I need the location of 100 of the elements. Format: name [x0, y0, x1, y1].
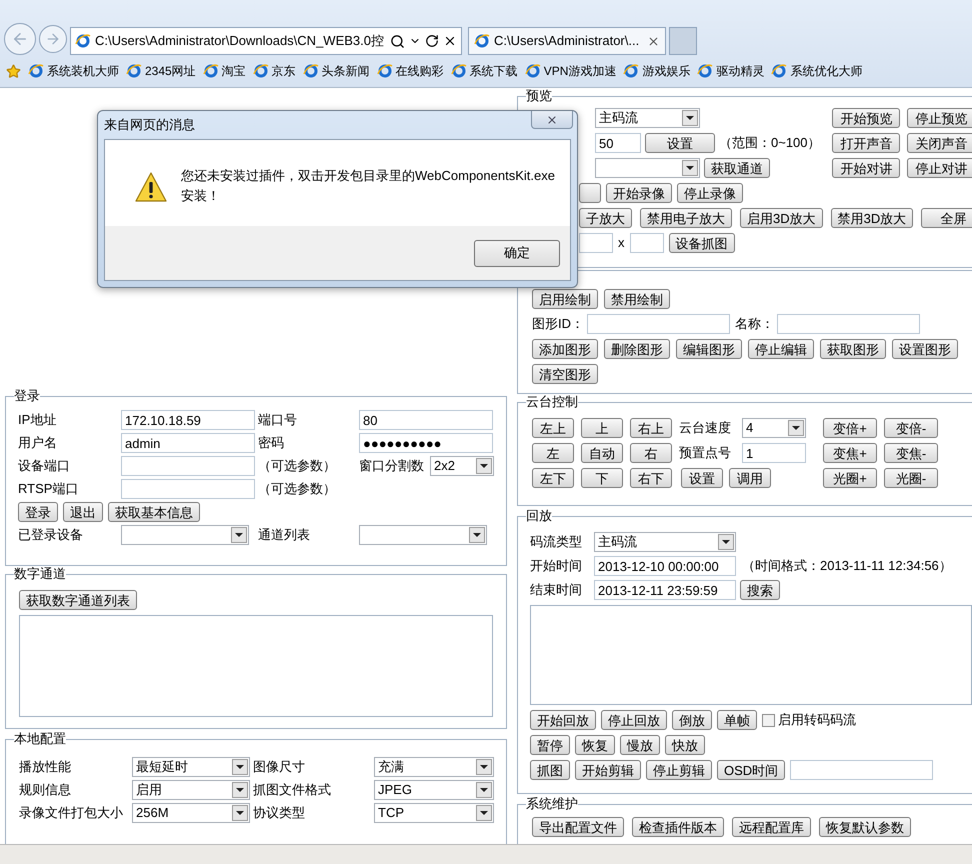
button[interactable]: 变倍- — [884, 418, 938, 438]
button[interactable]: 左上 — [532, 418, 574, 438]
button[interactable]: 右 — [630, 443, 672, 463]
button[interactable]: 开始录像 — [606, 183, 672, 203]
input-field[interactable] — [587, 314, 730, 334]
favorite-link[interactable]: 2345网址 — [126, 62, 196, 80]
button[interactable]: 全屏 — [921, 208, 972, 228]
dropdown[interactable]: 主码流 — [595, 108, 700, 128]
button[interactable]: 倒放 — [672, 710, 712, 730]
button[interactable]: 设置图形 — [892, 339, 958, 359]
button[interactable]: 变焦+ — [823, 443, 877, 463]
button[interactable]: 停止预览 — [907, 108, 972, 128]
favorite-link[interactable]: 游戏娱乐 — [623, 62, 690, 80]
address-bar[interactable]: C:\Users\Administrator\Downloads\CN_WEB3.0控 — [70, 27, 462, 55]
input-field[interactable]: 2013-12-10 00:00:00 — [594, 556, 736, 576]
button[interactable]: 暂停 — [530, 735, 570, 755]
refresh-icon[interactable] — [425, 34, 439, 48]
button[interactable]: 设备抓图 — [668, 233, 734, 253]
input-field[interactable] — [630, 233, 664, 253]
dropdown[interactable] — [121, 525, 249, 545]
button[interactable]: 快放 — [665, 735, 705, 755]
dropdown[interactable]: 4 — [742, 418, 806, 438]
favorite-link[interactable]: 系统优化大师 — [771, 62, 862, 80]
button[interactable]: 获取通道 — [704, 158, 770, 178]
button[interactable]: 禁用电子放大 — [640, 208, 732, 228]
input-field[interactable]: 1 — [742, 443, 806, 463]
browser-tab[interactable]: C:\Users\Administrator\... — [468, 27, 666, 55]
dropdown[interactable]: 主码流 — [594, 532, 736, 552]
input-field[interactable] — [579, 233, 613, 253]
login-button[interactable]: 退出 — [63, 502, 103, 522]
list-box[interactable] — [530, 605, 972, 705]
search-icon[interactable] — [390, 34, 405, 48]
close-button[interactable] — [531, 111, 573, 129]
button[interactable]: 开始回放 — [530, 710, 596, 730]
button[interactable]: 单帧 — [717, 710, 757, 730]
button[interactable]: OSD时间 — [717, 760, 786, 780]
favorite-link[interactable]: 淘宝 — [202, 62, 246, 80]
button[interactable]: 开始对讲 — [832, 158, 900, 178]
dropdown[interactable]: JPEG — [374, 780, 494, 800]
dropdown[interactable]: 256M — [132, 803, 250, 823]
button[interactable]: 恢复 — [575, 735, 615, 755]
button[interactable]: 变焦- — [884, 443, 938, 463]
button[interactable]: 获取图形 — [820, 339, 886, 359]
dropdown[interactable] — [595, 158, 700, 178]
button[interactable]: 设置 — [645, 133, 715, 153]
button[interactable]: 删除图形 — [604, 339, 670, 359]
button[interactable]: 停止对讲 — [907, 158, 972, 178]
list-box[interactable] — [19, 615, 493, 717]
button[interactable]: 抓图 — [530, 760, 570, 780]
button[interactable]: 远程配置库 — [732, 817, 811, 837]
button[interactable]: 左下 — [532, 468, 574, 488]
button[interactable]: 变倍+ — [823, 418, 877, 438]
input-field[interactable]: 172.10.18.59 — [121, 410, 255, 430]
input-field[interactable]: 80 — [359, 410, 493, 430]
input-field[interactable] — [790, 760, 934, 780]
button[interactable]: 子放大 — [579, 208, 632, 228]
button[interactable]: 停止剪辑 — [646, 760, 712, 780]
button[interactable] — [579, 183, 601, 203]
button[interactable]: 搜索 — [740, 580, 780, 600]
dropdown[interactable]: 最短延时 — [132, 757, 250, 777]
button[interactable]: 禁用3D放大 — [830, 208, 914, 228]
favorite-link[interactable]: 在线购彩 — [376, 62, 444, 80]
login-button[interactable]: 登录 — [18, 502, 58, 522]
close-icon[interactable] — [443, 34, 457, 48]
button[interactable]: 调用 — [729, 468, 771, 488]
favorite-link[interactable]: 驱动精灵 — [697, 62, 764, 80]
close-icon[interactable] — [647, 34, 660, 48]
transcode-checkbox[interactable]: 启用转码码流 — [762, 710, 856, 730]
button[interactable]: 禁用绘制 — [604, 289, 670, 309]
button[interactable]: 启用绘制 — [532, 289, 598, 309]
login-button[interactable]: 获取基本信息 — [108, 502, 200, 522]
favorite-link[interactable]: 系统装机大师 — [28, 62, 119, 80]
button[interactable]: 左 — [532, 443, 574, 463]
button[interactable]: 停止编辑 — [748, 339, 814, 359]
favorite-link[interactable]: VPN游戏加速 — [524, 62, 616, 80]
button[interactable]: 开始预览 — [832, 108, 900, 128]
dropdown[interactable]: 2x2 — [430, 456, 494, 476]
back-button[interactable] — [4, 23, 36, 55]
button[interactable]: 编辑图形 — [676, 339, 742, 359]
button[interactable]: 开始剪辑 — [575, 760, 641, 780]
button[interactable]: 检查插件版本 — [632, 817, 724, 837]
input-field[interactable]: 2013-12-11 23:59:59 — [594, 580, 736, 600]
password-field[interactable]: ●●●●●●●●●● — [359, 433, 493, 453]
fetch-button[interactable]: 获取数字通道列表 — [19, 590, 137, 610]
button[interactable]: 下 — [581, 468, 623, 488]
new-tab-button[interactable] — [669, 27, 697, 55]
forward-button[interactable] — [39, 25, 67, 53]
input-field[interactable]: admin — [121, 433, 255, 453]
button[interactable]: 打开声音 — [832, 133, 900, 153]
star-icon[interactable] — [6, 64, 21, 78]
button[interactable]: 上 — [581, 418, 623, 438]
button[interactable]: 清空图形 — [532, 364, 598, 384]
ok-button[interactable]: 确定 — [474, 240, 560, 266]
button[interactable]: 光圈+ — [823, 468, 877, 488]
input-field[interactable]: 50 — [595, 133, 641, 153]
dropdown[interactable]: TCP — [374, 803, 494, 823]
input-field[interactable] — [121, 479, 255, 499]
button[interactable]: 停止回放 — [601, 710, 667, 730]
button[interactable]: 启用3D放大 — [740, 208, 823, 228]
button[interactable]: 设置 — [681, 468, 723, 488]
